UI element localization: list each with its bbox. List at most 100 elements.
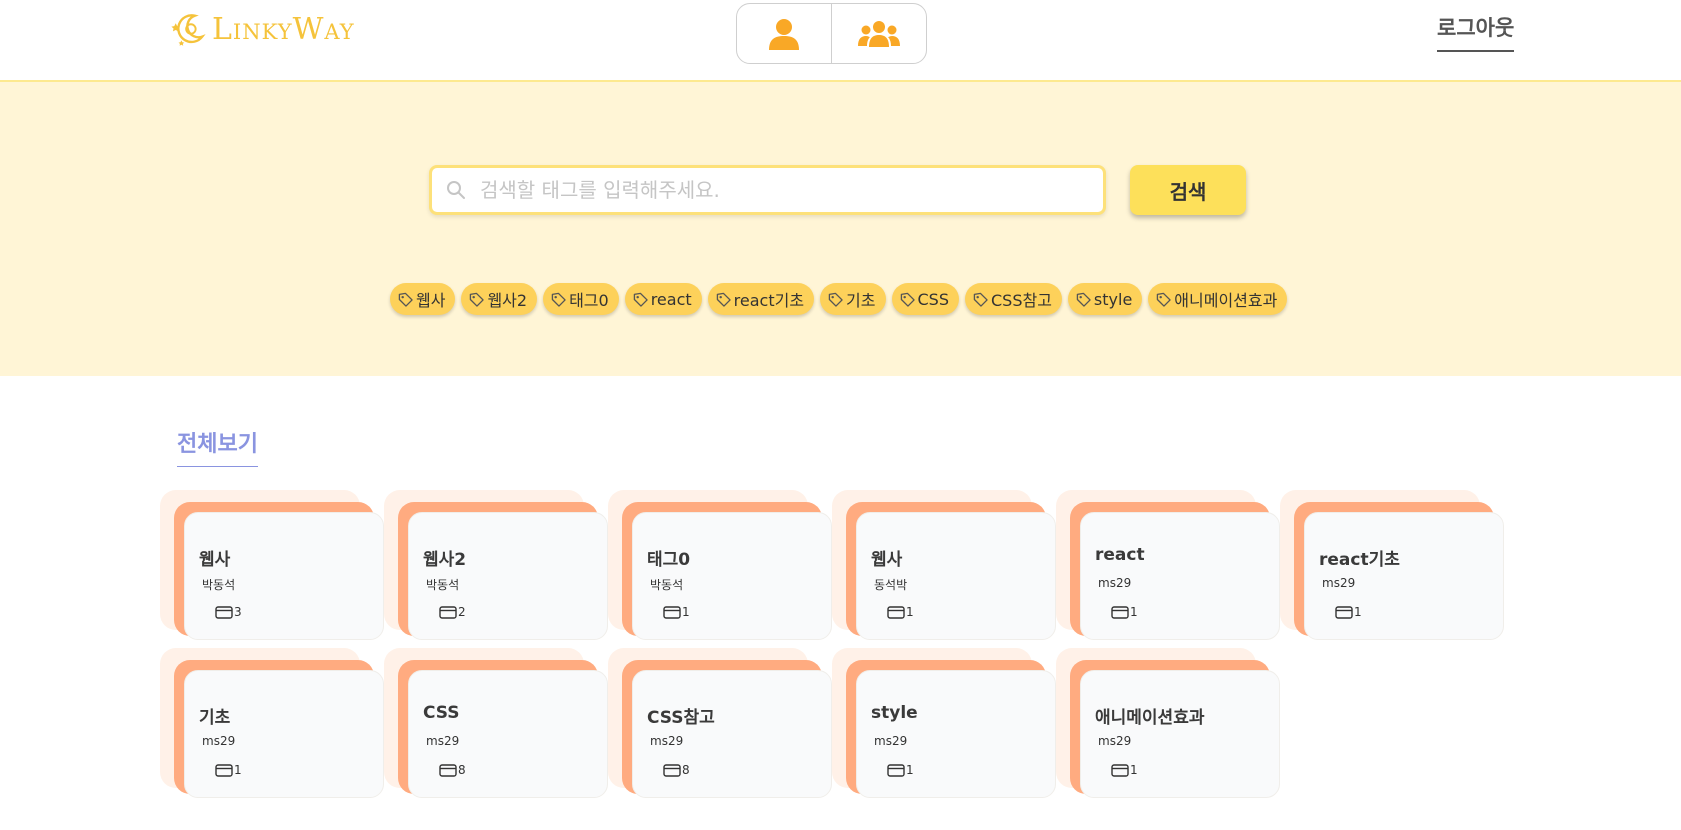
card-author: 동석박 xyxy=(874,578,908,592)
card-author: ms29 xyxy=(202,734,236,748)
tag-icon xyxy=(973,292,988,307)
tag-label: 애니메이션효과 xyxy=(1174,291,1278,310)
card-link-count: 1 xyxy=(663,605,690,619)
card-icon xyxy=(439,764,457,777)
tag-label: CSS xyxy=(917,289,949,309)
card-front: style ms29 1 xyxy=(856,670,1056,798)
search-hero: 검색 웹사 웹사2 태그0 react react기초 기초 CSS CSS참고 style 애니… xyxy=(0,82,1681,376)
tag-icon xyxy=(900,292,915,307)
card-front: 웹사박동석 3 xyxy=(184,512,384,640)
card-count-value: 3 xyxy=(234,605,242,619)
search-button[interactable]: 검색 xyxy=(1130,165,1246,215)
tag-chip[interactable]: 웹사2 xyxy=(461,283,538,315)
user-mode-toggle xyxy=(736,3,927,64)
card-icon xyxy=(663,764,681,777)
card-title: react xyxy=(1095,545,1145,565)
card-title: 웹사2 xyxy=(423,550,467,570)
tag-icon xyxy=(398,292,413,307)
card-count-value: 8 xyxy=(458,763,466,777)
link-card[interactable]: style ms29 1 xyxy=(832,648,1056,798)
logout-link[interactable]: 로그아웃 xyxy=(1437,12,1515,52)
tag-label: react xyxy=(650,289,692,309)
card-count-value: 1 xyxy=(1354,605,1362,619)
card-title: 웹사 xyxy=(199,550,231,570)
tag-label: 웹사2 xyxy=(487,291,528,310)
card-link-count: 1 xyxy=(1335,605,1362,619)
card-front: CSS ms29 8 xyxy=(408,670,608,798)
card-author: ms29 xyxy=(1098,734,1132,748)
card-icon xyxy=(663,606,681,619)
card-icon xyxy=(215,764,233,777)
tag-chip[interactable]: style xyxy=(1067,283,1143,315)
tag-chip[interactable]: 애니메이션효과 xyxy=(1148,283,1288,315)
link-card[interactable]: 웹사동석박 1 xyxy=(832,490,1056,640)
card-count-value: 1 xyxy=(1130,605,1138,619)
card-author: ms29 xyxy=(650,734,684,748)
card-title: react기초 xyxy=(1319,550,1400,570)
tag-chip[interactable]: react기초 xyxy=(707,283,815,315)
card-icon xyxy=(215,606,233,619)
link-card[interactable]: 웹사2 박동석 2 xyxy=(384,490,608,640)
link-card[interactable]: 웹사박동석 3 xyxy=(160,490,384,640)
tag-label: CSS참고 xyxy=(990,291,1052,310)
card-front: CSS참고 ms29 8 xyxy=(632,670,832,798)
tag-chip[interactable]: 웹사 xyxy=(390,283,456,315)
card-front: 기초 ms29 1 xyxy=(184,670,384,798)
card-link-count: 1 xyxy=(1111,763,1138,777)
tag-label: 웹사 xyxy=(416,291,446,310)
card-author: 박동석 xyxy=(650,578,684,592)
card-link-count: 3 xyxy=(215,605,242,619)
card-title: 태그0 xyxy=(647,550,691,570)
card-count-value: 1 xyxy=(682,605,690,619)
tag-icon xyxy=(1076,292,1091,307)
card-author: 박동석 xyxy=(202,578,236,592)
header: LinkyWay 로그아웃 xyxy=(0,0,1681,82)
card-icon xyxy=(887,764,905,777)
link-card[interactable]: 태그0 박동석 1 xyxy=(608,490,832,640)
card-icon xyxy=(1111,606,1129,619)
link-card[interactable]: react기초 ms29 1 xyxy=(1280,490,1504,640)
link-card[interactable]: CSS ms29 8 xyxy=(384,648,608,798)
card-title: 애니메이션효과 xyxy=(1095,708,1205,728)
card-icon xyxy=(1111,764,1129,777)
tag-icon xyxy=(633,292,648,307)
tag-search-input[interactable] xyxy=(480,178,1103,202)
tag-chip[interactable]: CSS xyxy=(891,283,959,315)
card-count-value: 2 xyxy=(458,605,466,619)
tag-label: style xyxy=(1093,289,1133,309)
tag-icon xyxy=(1157,292,1172,307)
group-view-button[interactable] xyxy=(831,4,926,63)
card-icon xyxy=(1335,606,1353,619)
personal-view-button[interactable] xyxy=(737,4,831,63)
tag-chip[interactable]: 태그0 xyxy=(543,283,619,315)
card-link-count: 1 xyxy=(887,763,914,777)
user-icon xyxy=(769,18,799,50)
card-title: 웹사 xyxy=(871,550,903,570)
card-front: react ms29 1 xyxy=(1080,512,1280,640)
link-card[interactable]: CSS참고 ms29 8 xyxy=(608,648,832,798)
card-author: 박동석 xyxy=(426,578,460,592)
link-card[interactable]: 애니메이션효과 ms29 1 xyxy=(1056,648,1280,798)
card-front: 태그0 박동석 1 xyxy=(632,512,832,640)
logo[interactable]: LinkyWay xyxy=(170,10,355,48)
card-count-value: 1 xyxy=(1130,763,1138,777)
tag-chip[interactable]: 기초 xyxy=(820,283,886,315)
card-title: CSS xyxy=(423,703,460,723)
card-front: react기초 ms29 1 xyxy=(1304,512,1504,640)
link-card[interactable]: react ms29 1 xyxy=(1056,490,1280,640)
link-card[interactable]: 기초 ms29 1 xyxy=(160,648,384,798)
tag-chip[interactable]: react xyxy=(624,283,702,315)
card-author: ms29 xyxy=(1098,576,1132,590)
card-link-count: 8 xyxy=(439,763,466,777)
card-count-value: 1 xyxy=(906,763,914,777)
logo-text: LinkyWay xyxy=(212,11,355,47)
tag-chip[interactable]: CSS참고 xyxy=(964,283,1062,315)
card-link-count: 1 xyxy=(215,763,242,777)
tag-list: 웹사 웹사2 태그0 react react기초 기초 CSS CSS참고 style 애니메이션… xyxy=(390,283,1288,315)
card-icon xyxy=(887,606,905,619)
card-author: ms29 xyxy=(874,734,908,748)
card-front: 웹사2 박동석 2 xyxy=(408,512,608,640)
card-link-count: 1 xyxy=(887,605,914,619)
tag-label: 기초 xyxy=(846,291,876,310)
card-icon xyxy=(439,606,457,619)
